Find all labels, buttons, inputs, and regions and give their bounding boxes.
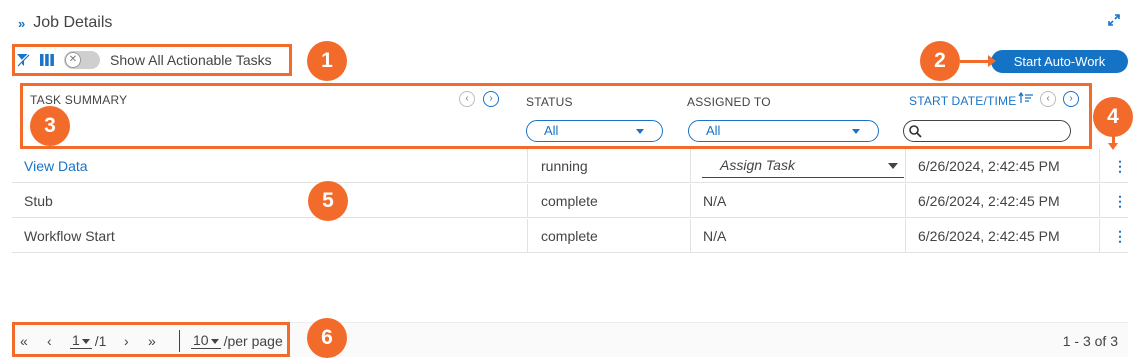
callout-badge-4: 4 xyxy=(1093,97,1133,137)
assigned-cell: N/A xyxy=(703,193,727,209)
table-row[interactable]: View Data running Assign Task 6/26/2024,… xyxy=(12,149,1128,183)
panel-header[interactable]: » Job Details xyxy=(18,12,112,34)
status-cell: complete xyxy=(541,193,598,209)
assigned-cell: N/A xyxy=(703,228,727,244)
assign-task-select[interactable]: Assign Task xyxy=(702,154,904,178)
collapse-chevron-icon[interactable]: » xyxy=(18,16,25,31)
row-menu-icon[interactable]: ⋮ xyxy=(1112,219,1128,253)
status-cell: running xyxy=(541,158,588,174)
table-row[interactable]: Stub complete N/A 6/26/2024, 2:42:45 PM … xyxy=(12,184,1128,218)
callout-badge-1: 1 xyxy=(307,41,347,81)
start-date-cell: 6/26/2024, 2:42:45 PM xyxy=(918,228,1060,244)
status-cell: complete xyxy=(541,228,598,244)
task-name: Stub xyxy=(24,193,53,209)
panel-title: Job Details xyxy=(33,14,113,31)
expand-icon[interactable] xyxy=(1108,14,1120,26)
callout-frame-6 xyxy=(12,322,290,357)
start-auto-work-button[interactable]: Start Auto-Work xyxy=(991,50,1128,73)
assign-task-value: Assign Task xyxy=(720,157,795,173)
callout-badge-2: 2 xyxy=(920,41,960,81)
callout-arrow-2 xyxy=(960,55,996,67)
start-date-cell: 6/26/2024, 2:42:45 PM xyxy=(918,193,1060,209)
task-name: Workflow Start xyxy=(24,228,115,244)
row-menu-icon[interactable]: ⋮ xyxy=(1112,149,1128,183)
chevron-down-icon xyxy=(888,163,898,169)
row-menu-icon[interactable]: ⋮ xyxy=(1112,184,1128,218)
callout-badge-5: 5 xyxy=(308,181,348,221)
task-link[interactable]: View Data xyxy=(24,149,88,183)
table-row[interactable]: Workflow Start complete N/A 6/26/2024, 2… xyxy=(12,219,1128,253)
start-date-cell: 6/26/2024, 2:42:45 PM xyxy=(918,158,1060,174)
record-range: 1 - 3 of 3 xyxy=(1062,332,1118,349)
callout-frame-3 xyxy=(20,83,1092,149)
callout-badge-3: 3 xyxy=(30,106,70,146)
callout-badge-6: 6 xyxy=(307,318,347,358)
callout-frame-1 xyxy=(12,44,292,76)
callout-arrow-4 xyxy=(1108,134,1118,150)
